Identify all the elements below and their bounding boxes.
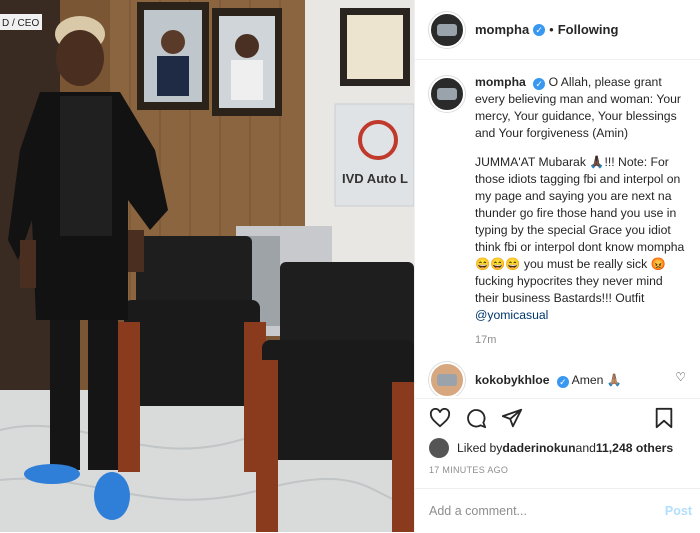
author-username[interactable]: mompha bbox=[475, 22, 529, 37]
liker-username[interactable]: daderinokun bbox=[502, 441, 575, 455]
caption-username[interactable]: mompha bbox=[475, 75, 526, 89]
caption-paragraph-2: JUMMA'AT Mubarak 🙏🏿!!! Note: For those i… bbox=[475, 154, 686, 324]
following-button[interactable]: Following bbox=[558, 22, 619, 37]
commenter-username[interactable]: kokobykhloe bbox=[475, 373, 550, 387]
sign-text: IVD Auto L bbox=[342, 171, 408, 186]
heart-icon[interactable] bbox=[429, 408, 451, 428]
author-avatar[interactable] bbox=[429, 11, 465, 48]
verified-icon: ✓ bbox=[533, 23, 546, 36]
verified-icon: ✓ bbox=[556, 375, 569, 388]
action-bar bbox=[415, 398, 700, 437]
comment-icon[interactable] bbox=[465, 407, 487, 429]
share-icon[interactable] bbox=[501, 407, 523, 429]
post-timestamp[interactable]: 17 MINUTES AGO bbox=[429, 465, 508, 475]
post-image: D / CEO IVD Auto L bbox=[0, 0, 414, 532]
instagram-post: D / CEO IVD Auto L mompha ✓ • Following … bbox=[0, 0, 700, 532]
verified-icon: ✓ bbox=[533, 78, 546, 90]
caption-text-2: JUMMA'AT Mubarak 🙏🏿!!! Note: For those i… bbox=[475, 155, 685, 305]
post-photo[interactable]: D / CEO IVD Auto L bbox=[0, 0, 414, 532]
comment-text: Amen 🙏🏽 bbox=[571, 372, 623, 387]
caption-paragraph-1: mompha ✓ O Allah, please grant every bel… bbox=[475, 74, 686, 142]
mention-link[interactable]: @yomicasual bbox=[475, 308, 548, 322]
post-side-panel: mompha ✓ • Following mompha ✓ O Allah, p… bbox=[414, 0, 700, 532]
bookmark-icon[interactable] bbox=[654, 407, 674, 429]
likes-and: and bbox=[575, 441, 596, 455]
likes-line: Liked by daderinokun and 11,248 others bbox=[429, 438, 673, 458]
comment-like-heart-icon[interactable]: ♡ bbox=[675, 370, 686, 384]
comment-input[interactable]: Add a comment... bbox=[429, 504, 527, 518]
likes-count[interactable]: 11,248 others bbox=[596, 441, 673, 455]
separator-dot: • bbox=[549, 22, 554, 37]
liker-avatar[interactable] bbox=[429, 438, 449, 458]
post-header: mompha ✓ • Following bbox=[415, 0, 700, 60]
door-label: D / CEO bbox=[2, 18, 39, 29]
likes-prefix: Liked by bbox=[457, 441, 503, 455]
caption-time[interactable]: 17m bbox=[475, 332, 686, 349]
add-comment-bar: Add a comment... Post bbox=[415, 488, 700, 533]
commenter-avatar[interactable] bbox=[429, 362, 465, 396]
caption: mompha ✓ O Allah, please grant every bel… bbox=[415, 60, 700, 349]
post-button[interactable]: Post bbox=[665, 504, 692, 518]
comment-row: kokobykhloe ✓ Amen 🙏🏽 ♡ bbox=[415, 362, 700, 396]
comments-area[interactable]: mompha ✓ O Allah, please grant every bel… bbox=[415, 60, 700, 396]
caption-avatar[interactable] bbox=[429, 76, 465, 112]
